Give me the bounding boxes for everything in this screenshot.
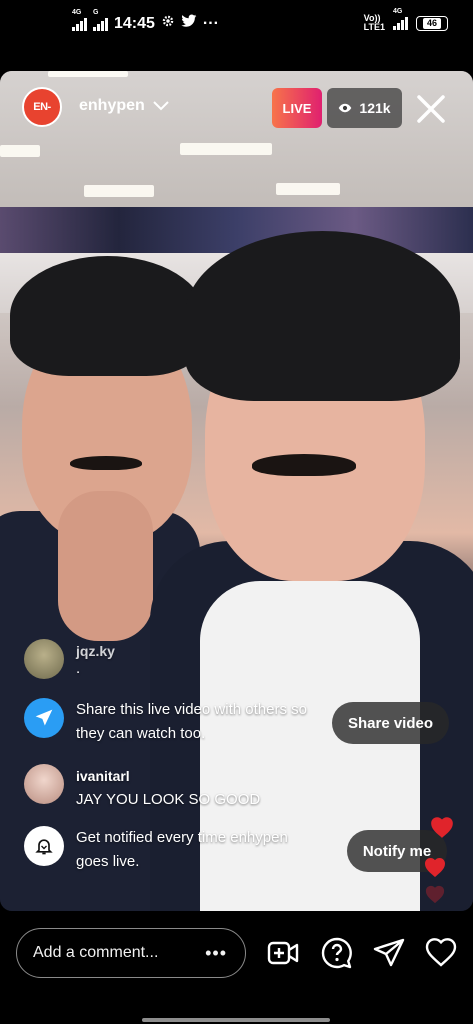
- comment-item: jqz.ky .: [24, 639, 115, 679]
- add-guest-video-icon[interactable]: [266, 936, 300, 970]
- clock: 14:45: [114, 14, 155, 32]
- system-message-share: Share this live video with others so the…: [24, 698, 316, 746]
- comment-text: .: [76, 660, 81, 677]
- status-bar: 4G G 14:45 ··· Vo)) LTE1 4G 46: [0, 0, 473, 50]
- notify-message: Get notified every time enhypen goes liv…: [76, 829, 288, 870]
- heart-reaction-icon: [431, 817, 453, 838]
- username: enhypen: [79, 97, 145, 114]
- more-options-icon[interactable]: •••: [205, 943, 227, 964]
- battery-icon: 46: [416, 15, 448, 31]
- home-indicator: [142, 1018, 330, 1022]
- signal-icon-2: G: [93, 9, 108, 31]
- comment-item: ivanitarl JAY YOU LOOK SO GOOD: [24, 764, 260, 812]
- live-badge: LIVE: [272, 88, 322, 128]
- comment-username[interactable]: jqz.ky: [76, 639, 115, 663]
- paper-plane-icon: [24, 698, 64, 738]
- comment-username[interactable]: ivanitarl: [76, 764, 260, 788]
- eye-icon: [339, 103, 352, 113]
- heart-like-icon[interactable]: [424, 936, 458, 970]
- commenter-avatar[interactable]: [24, 764, 64, 804]
- question-icon[interactable]: [320, 936, 354, 970]
- signal-icon: 4G: [72, 9, 87, 31]
- twitter-icon: [181, 14, 197, 33]
- volte-indicator: Vo)) LTE1: [363, 13, 385, 32]
- more-notifications: ···: [202, 14, 219, 32]
- chevron-down-icon: [153, 101, 169, 111]
- signal-icon-right: 4G: [393, 8, 408, 30]
- commenter-avatar[interactable]: [24, 639, 64, 679]
- profile-avatar[interactable]: EN-: [22, 87, 62, 127]
- heart-reaction-icon: [425, 885, 445, 904]
- viewer-count[interactable]: 121k: [327, 88, 402, 128]
- system-message-notify: Get notified every time enhypen goes liv…: [24, 826, 316, 874]
- settings-gear-icon: [161, 14, 175, 33]
- comment-text: JAY YOU LOOK SO GOOD: [76, 791, 261, 808]
- share-send-icon[interactable]: [372, 936, 406, 970]
- comment-input[interactable]: Add a comment... •••: [16, 928, 246, 978]
- username-dropdown[interactable]: enhypen: [79, 97, 169, 115]
- bell-icon: [24, 826, 64, 866]
- share-video-button[interactable]: Share video: [332, 702, 449, 744]
- share-message: Share this live video with others so the…: [76, 701, 307, 742]
- close-icon[interactable]: [414, 92, 448, 126]
- heart-reaction-icon: [425, 858, 445, 877]
